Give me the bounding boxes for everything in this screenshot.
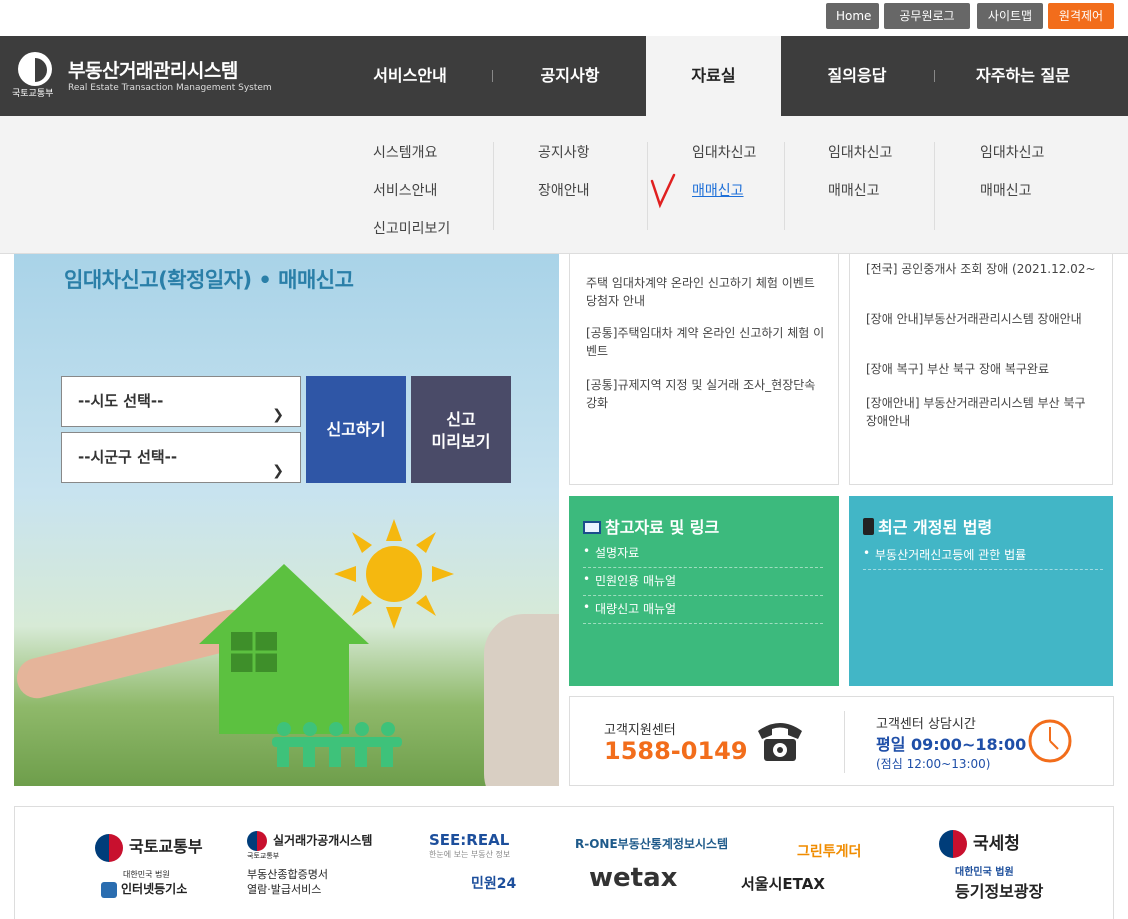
partner-rtms[interactable]: 실거래가공개시스템 국토교통부: [247, 831, 372, 861]
sigungu-select[interactable]: --시군구 선택-- ❯: [61, 432, 301, 483]
partner-greentogether[interactable]: 그린투게더: [797, 841, 861, 861]
phone-device-icon: [863, 518, 874, 535]
dd-qna-sale[interactable]: 매매신고: [828, 180, 880, 200]
korea-emblem-icon: [247, 831, 267, 851]
outage-notice-list: [전국] 공인중개사 조회 장애 (2021.12.02~ [장애 안내]부동산…: [849, 254, 1113, 485]
korea-emblem-icon: [939, 830, 967, 858]
partner-court-internet-registry[interactable]: 대한민국 법원 인터넷등기소: [101, 869, 187, 898]
law-link[interactable]: 부동산거래신고등에 관한 법률: [863, 546, 1103, 570]
dd-resources-sale[interactable]: 매매신고: [692, 180, 744, 200]
partner-seereal[interactable]: SEE:REAL 한눈에 보는 부동산 정보: [429, 831, 510, 860]
report-preview-button[interactable]: 신고 미리보기: [411, 376, 511, 483]
partner-minwon24[interactable]: 민원24: [471, 873, 516, 893]
dd-notice[interactable]: 공지사항: [538, 142, 590, 162]
chevron-down-icon: ❯: [272, 463, 284, 479]
hero-title: 임대차신고(확정일자) • 매매신고: [64, 268, 354, 292]
telephone-icon: [758, 723, 802, 761]
logo-ministry: 국토교통부: [12, 89, 54, 99]
sido-select[interactable]: --시도 선택-- ❯: [61, 376, 301, 427]
outage-item[interactable]: [전국] 공인중개사 조회 장애 (2021.12.02~: [866, 260, 1096, 278]
hero-banner: 임대차신고(확정일자) • 매매신고 --시도 선택-- ❯ --시군구 선택-…: [14, 254, 559, 786]
preview-line-2: 미리보기: [431, 432, 491, 451]
sigungu-select-value: --시군구 선택--: [78, 448, 178, 466]
support-label: 고객지원센터: [604, 723, 676, 738]
partner-seoul-etax[interactable]: 서울시ETAX: [741, 873, 825, 894]
support-phone: 1588-0149: [604, 737, 748, 765]
partner-molit[interactable]: 국토교통부: [95, 833, 203, 862]
dd-divider: [493, 142, 494, 230]
mega-menu-dropdown: 시스템개요 서비스안내 신고미리보기 공지사항 장애안내 임대차신고 매매신고 …: [0, 116, 1128, 254]
top-utility-bar: Home 공무원로그인 사이트맵 원격제어: [0, 0, 1128, 49]
paper-people-illustration-icon: [272, 722, 402, 767]
partner-property-certificate[interactable]: 부동산종합증명서 열람·발급서비스: [247, 867, 328, 897]
dd-faq-lease[interactable]: 임대차신고: [980, 142, 1044, 162]
nav-faq[interactable]: 자주하는 질문: [948, 36, 1098, 116]
customer-support-panel: 고객지원센터 1588-0149 고객센터 상담시간 평일 09:00~18:0…: [569, 696, 1114, 786]
nav-divider: [934, 70, 935, 82]
notice-item[interactable]: 주택 임대차계약 온라인 신고하기 체험 이벤트 당첨자 안내: [586, 274, 826, 310]
dd-divider: [934, 142, 935, 230]
dd-report-preview[interactable]: 신고미리보기: [373, 218, 450, 238]
nav-qna[interactable]: 질의응답: [787, 36, 927, 116]
court-emblem-icon: [101, 881, 117, 898]
divider: [844, 711, 845, 773]
dd-divider: [784, 142, 785, 230]
reference-link[interactable]: 설명자료: [583, 544, 823, 568]
house-illustration-icon: [199, 564, 369, 734]
outage-item[interactable]: [장애안내] 부동산거래관리시스템 부산 북구 장애안내: [866, 394, 1096, 430]
remote-control-button[interactable]: 원격제어: [1048, 3, 1114, 29]
person-illustration: [484, 614, 559, 786]
sido-select-value: --시도 선택--: [78, 392, 164, 410]
partner-nts[interactable]: 국세청: [939, 829, 1020, 858]
nav-notice[interactable]: 공지사항: [500, 36, 640, 116]
dd-outage-notice[interactable]: 장애안내: [538, 180, 590, 200]
sitemap-button[interactable]: 사이트맵: [977, 3, 1043, 29]
nav-service-guide[interactable]: 서비스안내: [340, 36, 480, 116]
korea-emblem-icon: [95, 833, 123, 862]
notice-list: 주택 임대차계약 온라인 신고하기 체험 이벤트 당첨자 안내 [공통]주택임대…: [569, 254, 839, 485]
reference-links-panel: 참고자료 및 링크 설명자료 민원인용 매뉴얼 대량신고 매뉴얼: [569, 496, 839, 686]
dd-service-guide[interactable]: 서비스안내: [373, 180, 437, 200]
hours-label: 고객센터 상담시간: [876, 717, 976, 732]
partner-wetax[interactable]: wetax: [589, 863, 677, 893]
site-subtitle: Real Estate Transaction Management Syste…: [68, 83, 272, 93]
report-button[interactable]: 신고하기: [306, 376, 406, 483]
lunch-hours: (점심 12:00~13:00): [876, 757, 991, 771]
partner-registry-plaza[interactable]: 대한민국 법원 등기정보광장: [955, 863, 1043, 902]
reference-link[interactable]: 민원인용 매뉴얼: [583, 572, 823, 596]
preview-line-1: 신고: [446, 410, 476, 429]
notice-item[interactable]: [공통]규제지역 지정 및 실거래 조사_현장단속 강화: [586, 376, 826, 412]
global-navigation: 국토교통부 부동산거래관리시스템 Real Estate Transaction…: [0, 36, 1128, 116]
dd-system-overview[interactable]: 시스템개요: [373, 142, 437, 162]
reference-link[interactable]: 대량신고 매뉴얼: [583, 600, 823, 624]
card-icon: [583, 521, 601, 534]
hours-value: 평일 09:00~18:00: [876, 735, 1027, 754]
home-button[interactable]: Home: [826, 3, 879, 29]
partner-rone[interactable]: R-ONE부동산통계정보시스템: [575, 835, 728, 852]
site-title[interactable]: 부동산거래관리시스템: [68, 56, 238, 83]
reference-title: 참고자료 및 링크: [583, 514, 719, 538]
recent-laws-panel: 최근 개정된 법령 부동산거래신고등에 관한 법률: [849, 496, 1113, 686]
official-login-button[interactable]: 공무원로그인: [884, 3, 970, 49]
dd-faq-sale[interactable]: 매매신고: [980, 180, 1032, 200]
outage-item[interactable]: [장애 복구] 부산 북구 장애 복구완료: [866, 360, 1096, 378]
nav-divider: [492, 70, 493, 82]
nav-resources[interactable]: 자료실: [646, 36, 781, 116]
ministry-emblem-icon: [18, 52, 52, 86]
red-checkmark-annotation: [650, 173, 676, 209]
dd-resources-lease[interactable]: 임대차신고: [692, 142, 756, 162]
law-title: 최근 개정된 법령: [863, 514, 992, 538]
partner-links: 국토교통부 대한민국 법원 인터넷등기소 실거래가공개시스템 국토교통부 부동산…: [14, 806, 1114, 919]
dd-qna-lease[interactable]: 임대차신고: [828, 142, 892, 162]
outage-item[interactable]: [장애 안내]부동산거래관리시스템 장애안내: [866, 310, 1096, 328]
clock-icon: [1028, 719, 1072, 763]
notice-item[interactable]: [공통]주택임대차 계약 온라인 신고하기 체험 이벤트: [586, 324, 826, 360]
